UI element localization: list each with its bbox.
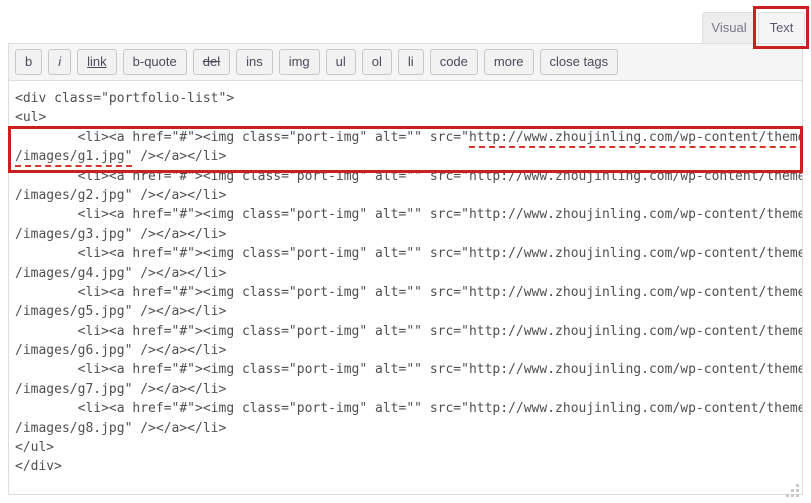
code-line: <div class="portfolio-list">	[15, 91, 235, 106]
code-line: <li><a href="#"><img class="port-img" al…	[15, 207, 803, 223]
code-line: /images/g4.jpg" /></a></li>	[15, 265, 227, 281]
code-line: </ul>	[15, 440, 55, 456]
resize-grip-dot	[786, 494, 789, 497]
code-content: <div class="portfolio-list"> <ul> <li><a …	[15, 89, 803, 477]
quicktags-toolbar-buttons: b i link b-quote del ins img ul ol li co…	[15, 49, 619, 75]
code-line: <li><a href="#"><img class="port-img" al…	[15, 168, 803, 184]
resize-grip[interactable]	[785, 483, 799, 497]
toolbar-button-ul[interactable]: ul	[325, 49, 356, 75]
toolbar-button-li[interactable]: li	[397, 49, 424, 75]
code-line: /images/g1.jpg" /></a></li>	[15, 147, 802, 168]
code-line: /images/g5.jpg" /></a></li>	[15, 304, 227, 320]
toolbar-button-img[interactable]: img	[278, 49, 320, 75]
toolbar-button-blockquote[interactable]: b-quote	[122, 49, 187, 75]
resize-grip-dot	[791, 489, 794, 492]
editor-mode-tabs: Visual Text	[0, 0, 811, 43]
tab-text[interactable]: Text	[758, 12, 805, 43]
quicktags-toolbar: b i link b-quote del ins img ul ol li co…	[8, 43, 803, 81]
toolbar-button-bold[interactable]: b	[15, 49, 43, 75]
code-line: <li><a href="#"><img class="port-img" al…	[15, 246, 803, 262]
code-line: <li><a href="#"><img class="port-img" al…	[15, 323, 803, 339]
code-line: /images/g3.jpg" /></a></li>	[15, 226, 227, 242]
toolbar-button-ins[interactable]: ins	[236, 49, 273, 75]
code-line: <li><a href="#"><img class="port-img" al…	[15, 284, 803, 300]
toolbar-button-link[interactable]: link	[77, 49, 117, 75]
toolbar-button-ol[interactable]: ol	[361, 49, 392, 75]
code-line: /images/g7.jpg" /></a></li>	[15, 381, 227, 397]
spellcheck-underline: http://www.zhoujinling.com/wp-content/th…	[468, 129, 802, 148]
toolbar-button-italic[interactable]: i	[48, 49, 72, 75]
text-editor: Visual Text b i link b-quote del ins img…	[0, 0, 811, 503]
code-line: </div>	[15, 459, 62, 475]
resize-grip-dot	[796, 494, 799, 497]
tab-visual[interactable]: Visual	[702, 12, 756, 43]
toolbar-button-more[interactable]: more	[483, 49, 534, 75]
resize-grip-dot	[796, 484, 799, 487]
toolbar-button-del[interactable]: del	[192, 49, 231, 75]
toolbar-button-code[interactable]: code	[429, 49, 478, 75]
code-line: /images/g8.jpg" /></a></li>	[15, 420, 227, 436]
code-line: <ul>	[15, 110, 47, 126]
resize-grip-dot	[791, 494, 794, 497]
code-line: <li><a href="#"><img class="port-img" al…	[15, 362, 803, 378]
code-line: <li><a href="#"><img class="port-img" al…	[15, 128, 802, 148]
code-line: /images/g2.jpg" /></a></li>	[15, 187, 227, 203]
toolbar-button-close-tags[interactable]: close tags	[539, 49, 619, 75]
html-code-textarea[interactable]: <div class="portfolio-list"> <ul> <li><a …	[8, 81, 803, 495]
code-line: <li><a href="#"><img class="port-img" al…	[15, 401, 803, 417]
code-line: /images/g6.jpg" /></a></li>	[15, 343, 227, 359]
spellcheck-underline: /images/g1.jpg"	[15, 149, 133, 168]
resize-grip-dot	[796, 489, 799, 492]
